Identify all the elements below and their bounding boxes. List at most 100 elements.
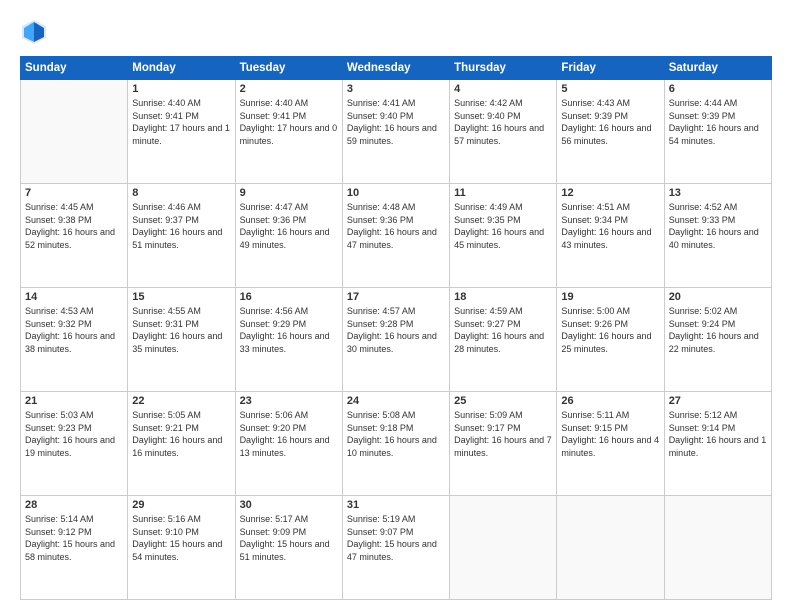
day-number: 4 <box>454 83 552 95</box>
calendar-cell: 23 Sunrise: 5:06 AMSunset: 9:20 PMDayligh… <box>235 392 342 496</box>
day-info: Sunrise: 4:47 AMSunset: 9:36 PMDaylight:… <box>240 201 338 251</box>
day-number: 15 <box>132 291 230 303</box>
calendar-cell: 8Sunrise: 4:46 AMSunset: 9:37 PMDaylight… <box>128 184 235 288</box>
day-number: 30 <box>240 499 338 511</box>
day-number: 7 <box>25 187 123 199</box>
calendar-cell: 3 Sunrise: 4:41 AMSunset: 9:40 PMDaylight… <box>342 80 449 184</box>
day-info: Sunrise: 4:41 AMSunset: 9:40 PMDaylight:… <box>347 97 445 147</box>
day-number: 5 <box>561 83 659 95</box>
day-number: 28 <box>25 499 123 511</box>
week-row-4: 21 Sunrise: 5:03 AMSunset: 9:23 PMDayligh… <box>21 392 772 496</box>
day-info: Sunrise: 4:42 AMSunset: 9:40 PMDaylight:… <box>454 97 552 147</box>
day-info: Sunrise: 5:02 AMSunset: 9:24 PMDaylight:… <box>669 305 767 355</box>
day-info: Sunrise: 4:53 AMSunset: 9:32 PMDaylight:… <box>25 305 123 355</box>
day-info: Sunrise: 5:17 AMSunset: 9:09 PMDaylight:… <box>240 513 338 563</box>
calendar-cell: 21 Sunrise: 5:03 AMSunset: 9:23 PMDayligh… <box>21 392 128 496</box>
day-info: Sunrise: 5:11 AMSunset: 9:15 PMDaylight:… <box>561 409 659 459</box>
day-number: 31 <box>347 499 445 511</box>
calendar-cell: 9 Sunrise: 4:47 AMSunset: 9:36 PMDaylight… <box>235 184 342 288</box>
calendar-cell: 1Sunrise: 4:40 AMSunset: 9:41 PMDaylight… <box>128 80 235 184</box>
calendar-cell: 18 Sunrise: 4:59 AMSunset: 9:27 PMDayligh… <box>450 288 557 392</box>
day-info: Sunrise: 5:06 AMSunset: 9:20 PMDaylight:… <box>240 409 338 459</box>
day-info: Sunrise: 5:05 AMSunset: 9:21 PMDaylight:… <box>132 409 230 459</box>
day-number: 26 <box>561 395 659 407</box>
weekday-header-wednesday: Wednesday <box>342 57 449 80</box>
calendar-cell: 30 Sunrise: 5:17 AMSunset: 9:09 PMDayligh… <box>235 496 342 600</box>
calendar-cell: 2 Sunrise: 4:40 AMSunset: 9:41 PMDaylight… <box>235 80 342 184</box>
day-number: 25 <box>454 395 552 407</box>
day-number: 2 <box>240 83 338 95</box>
day-info: Sunrise: 5:14 AMSunset: 9:12 PMDaylight:… <box>25 513 123 563</box>
weekday-header-sunday: Sunday <box>21 57 128 80</box>
day-info: Sunrise: 5:19 AMSunset: 9:07 PMDaylight:… <box>347 513 445 563</box>
day-number: 8 <box>132 187 230 199</box>
calendar-cell: 24 Sunrise: 5:08 AMSunset: 9:18 PMDayligh… <box>342 392 449 496</box>
weekday-header-thursday: Thursday <box>450 57 557 80</box>
day-info: Sunrise: 5:12 AMSunset: 9:14 PMDaylight:… <box>669 409 767 459</box>
page: SundayMondayTuesdayWednesdayThursdayFrid… <box>0 0 792 612</box>
header <box>20 18 772 46</box>
calendar-cell: 26 Sunrise: 5:11 AMSunset: 9:15 PMDayligh… <box>557 392 664 496</box>
day-info: Sunrise: 4:59 AMSunset: 9:27 PMDaylight:… <box>454 305 552 355</box>
day-info: Sunrise: 4:40 AMSunset: 9:41 PMDaylight:… <box>240 97 338 147</box>
day-info: Sunrise: 5:00 AMSunset: 9:26 PMDaylight:… <box>561 305 659 355</box>
calendar-table: SundayMondayTuesdayWednesdayThursdayFrid… <box>20 56 772 600</box>
day-number: 3 <box>347 83 445 95</box>
day-number: 6 <box>669 83 767 95</box>
day-number: 22 <box>132 395 230 407</box>
week-row-2: 7 Sunrise: 4:45 AMSunset: 9:38 PMDaylight… <box>21 184 772 288</box>
day-number: 21 <box>25 395 123 407</box>
day-number: 9 <box>240 187 338 199</box>
calendar-cell <box>664 496 771 600</box>
week-row-1: 1 Sunrise: 4:40 AMSunset: 9:41 PMDaylight… <box>21 80 772 184</box>
calendar-cell: 27 Sunrise: 5:12 AMSunset: 9:14 PMDayligh… <box>664 392 771 496</box>
day-info: Sunrise: 4:43 AMSunset: 9:39 PMDaylight:… <box>561 97 659 147</box>
logo <box>20 18 52 46</box>
calendar-cell: 7 Sunrise: 4:45 AMSunset: 9:38 PMDaylight… <box>21 184 128 288</box>
day-info: Sunrise: 4:45 AMSunset: 9:38 PMDaylight:… <box>25 201 123 251</box>
day-number: 18 <box>454 291 552 303</box>
day-info: Sunrise: 5:08 AMSunset: 9:18 PMDaylight:… <box>347 409 445 459</box>
day-number: 16 <box>240 291 338 303</box>
day-info: Sunrise: 4:51 AMSunset: 9:34 PMDaylight:… <box>561 201 659 251</box>
day-number: 14 <box>25 291 123 303</box>
day-number: 13 <box>669 187 767 199</box>
calendar-cell: 25Sunrise: 5:09 AMSunset: 9:17 PMDayligh… <box>450 392 557 496</box>
day-info: Sunrise: 4:49 AMSunset: 9:35 PMDaylight:… <box>454 201 552 251</box>
day-info: Sunrise: 5:16 AMSunset: 9:10 PMDaylight:… <box>132 513 230 563</box>
calendar-cell: 31 Sunrise: 5:19 AMSunset: 9:07 PMDayligh… <box>342 496 449 600</box>
day-number: 29 <box>132 499 230 511</box>
calendar-cell: 4 Sunrise: 4:42 AMSunset: 9:40 PMDaylight… <box>450 80 557 184</box>
calendar-cell: 22 Sunrise: 5:05 AMSunset: 9:21 PMDayligh… <box>128 392 235 496</box>
calendar-cell: 6 Sunrise: 4:44 AMSunset: 9:39 PMDaylight… <box>664 80 771 184</box>
day-info: Sunrise: 4:44 AMSunset: 9:39 PMDaylight:… <box>669 97 767 147</box>
calendar-cell <box>21 80 128 184</box>
day-number: 24 <box>347 395 445 407</box>
day-info: Sunrise: 4:48 AMSunset: 9:36 PMDaylight:… <box>347 201 445 251</box>
weekday-header-tuesday: Tuesday <box>235 57 342 80</box>
week-row-5: 28 Sunrise: 5:14 AMSunset: 9:12 PMDayligh… <box>21 496 772 600</box>
day-number: 17 <box>347 291 445 303</box>
day-number: 27 <box>669 395 767 407</box>
weekday-header-monday: Monday <box>128 57 235 80</box>
calendar-cell: 20Sunrise: 5:02 AMSunset: 9:24 PMDayligh… <box>664 288 771 392</box>
calendar-cell: 29 Sunrise: 5:16 AMSunset: 9:10 PMDayligh… <box>128 496 235 600</box>
day-number: 23 <box>240 395 338 407</box>
week-row-3: 14 Sunrise: 4:53 AMSunset: 9:32 PMDayligh… <box>21 288 772 392</box>
calendar-cell: 11 Sunrise: 4:49 AMSunset: 9:35 PMDayligh… <box>450 184 557 288</box>
weekday-header-row: SundayMondayTuesdayWednesdayThursdayFrid… <box>21 57 772 80</box>
day-number: 1 <box>132 83 230 95</box>
day-number: 11 <box>454 187 552 199</box>
day-number: 19 <box>561 291 659 303</box>
calendar-cell: 10 Sunrise: 4:48 AMSunset: 9:36 PMDayligh… <box>342 184 449 288</box>
calendar-cell: 14 Sunrise: 4:53 AMSunset: 9:32 PMDayligh… <box>21 288 128 392</box>
day-number: 10 <box>347 187 445 199</box>
day-info: Sunrise: 5:03 AMSunset: 9:23 PMDaylight:… <box>25 409 123 459</box>
calendar-cell: 28 Sunrise: 5:14 AMSunset: 9:12 PMDayligh… <box>21 496 128 600</box>
day-number: 12 <box>561 187 659 199</box>
calendar-cell: 15 Sunrise: 4:55 AMSunset: 9:31 PMDayligh… <box>128 288 235 392</box>
calendar-cell: 16Sunrise: 4:56 AMSunset: 9:29 PMDayligh… <box>235 288 342 392</box>
calendar-cell: 17Sunrise: 4:57 AMSunset: 9:28 PMDayligh… <box>342 288 449 392</box>
calendar-cell: 12 Sunrise: 4:51 AMSunset: 9:34 PMDayligh… <box>557 184 664 288</box>
day-info: Sunrise: 4:55 AMSunset: 9:31 PMDaylight:… <box>132 305 230 355</box>
